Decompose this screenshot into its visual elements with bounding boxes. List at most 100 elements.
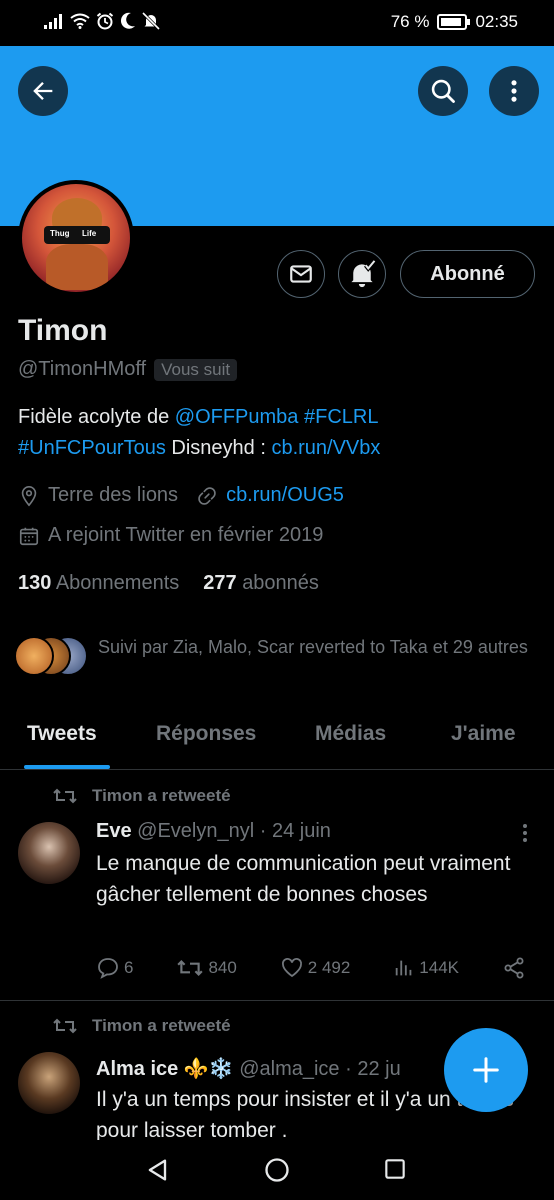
clock: 02:35: [475, 12, 518, 31]
views-button[interactable]: 144K: [393, 957, 459, 979]
share-button[interactable]: [502, 956, 526, 980]
location-pin-icon: [21, 485, 37, 506]
bio-url-link[interactable]: cb.run/VVbx: [271, 437, 380, 459]
followed-by-row[interactable]: Suivi par Zia, Malo, Scar reverted to Ta…: [14, 634, 538, 676]
joined-text: A rejoint Twitter en février 2019: [48, 524, 324, 546]
tweet[interactable]: Timon a retweeté Eve @Evelyn_nyl · 24 ju…: [0, 770, 554, 1000]
retweet-indicator: Timon a retweeté: [52, 1016, 231, 1036]
battery-icon: [437, 14, 471, 30]
tweet-author[interactable]: Eve: [96, 820, 132, 842]
compose-tweet-button[interactable]: [444, 1028, 528, 1112]
bio-hashtag-link[interactable]: #UnFCPourTous: [18, 437, 166, 459]
tweet-handle[interactable]: @Evelyn_nyl: [137, 820, 254, 842]
followed-by-text: Suivi par Zia, Malo, Scar reverted to Ta…: [98, 637, 528, 657]
notifications-button[interactable]: [338, 250, 386, 298]
nav-recents-button[interactable]: [382, 1156, 408, 1187]
bell-check-icon: [351, 259, 377, 288]
avatar[interactable]: [18, 1052, 80, 1114]
like-button[interactable]: 2 492: [280, 956, 351, 980]
tweet-actions: 6 840 2 492 144K: [96, 956, 526, 980]
retweet-button[interactable]: 840: [176, 957, 237, 979]
handle-row: @TimonHMoff Vous suit: [18, 358, 238, 381]
status-bar: 76 % 02:35: [0, 0, 554, 46]
plus-icon: [473, 1057, 499, 1083]
follow-counts: 130 Abonnements 277 abonnés: [18, 572, 319, 595]
follows-you-badge: Vous suit: [154, 358, 238, 381]
reply-button[interactable]: 6: [96, 956, 133, 980]
arrow-left-icon: [33, 82, 53, 100]
wifi-icon: [70, 13, 90, 29]
tweet-date: · 22 ju: [339, 1058, 401, 1080]
link-icon: [198, 486, 216, 505]
reply-count: 6: [124, 958, 134, 977]
search-icon: [431, 79, 455, 103]
avatar-text-right: Life: [82, 229, 97, 238]
battery-percent: 76 %: [390, 12, 430, 31]
tweet-author[interactable]: Alma ice ⚜️❄️: [96, 1058, 234, 1080]
moon-icon: [120, 12, 135, 29]
more-options-button[interactable]: [489, 66, 539, 116]
status-icons-right: 76 % 02:35: [391, 12, 518, 32]
followers-count-link[interactable]: 277 abonnés: [203, 572, 319, 595]
alarm-icon: [96, 12, 114, 30]
avatar-text-left: Thug: [50, 229, 70, 238]
bar-chart-icon: [396, 960, 412, 976]
view-count: 144K: [419, 958, 459, 977]
heart-icon: [281, 958, 302, 978]
profile-handle: @TimonHMoff: [18, 358, 147, 380]
tweet-more-button[interactable]: [520, 822, 530, 849]
followed-by-avatars: [14, 636, 88, 676]
avatar-glasses: Thug Life: [44, 226, 110, 244]
calendar-icon: [19, 527, 39, 545]
following-button[interactable]: Abonné: [400, 250, 535, 298]
retweet-indicator: Timon a retweeté: [52, 786, 231, 806]
website-link[interactable]: cb.run/OUG5: [226, 484, 344, 507]
tab-replies[interactable]: Réponses: [156, 722, 256, 746]
profile-avatar[interactable]: Thug Life: [18, 180, 134, 296]
profile-tabs: Tweets Réponses Médias J'aime: [0, 712, 554, 770]
avatar-body-shape: [46, 244, 108, 290]
followers-label: abonnés: [242, 572, 319, 594]
tab-media[interactable]: Médias: [315, 722, 386, 746]
joined-row: A rejoint Twitter en février 2019: [18, 524, 323, 547]
location-text: Terre des lions: [48, 484, 179, 506]
more-vertical-icon: [511, 80, 517, 102]
avatar[interactable]: [18, 822, 80, 884]
following-count-link[interactable]: 130 Abonnements: [18, 572, 179, 595]
triangle-back-icon: [148, 1159, 167, 1181]
location-website-row: Terre des lions cb.run/OUG5: [18, 484, 344, 507]
tab-likes[interactable]: J'aime: [451, 722, 516, 746]
following-label: Abonnements: [55, 572, 180, 594]
signal-icon: [44, 14, 62, 29]
like-count: 2 492: [307, 958, 351, 977]
retweet-count: 840: [208, 958, 237, 977]
tweet-text: Le manque de communication peut vraiment…: [96, 852, 511, 906]
envelope-icon: [290, 265, 312, 283]
back-button[interactable]: [18, 66, 68, 116]
message-button[interactable]: [277, 250, 325, 298]
tab-tweets[interactable]: Tweets: [27, 722, 97, 746]
system-nav-bar: [0, 1140, 554, 1200]
active-tab-indicator: [24, 765, 110, 769]
profile-bio: Fidèle acolyte de @OFFPumba #FCLRL #UnFC…: [18, 402, 538, 464]
tweet-header: Eve @Evelyn_nyl · 24 juin: [96, 820, 331, 843]
search-button[interactable]: [418, 66, 468, 116]
nav-home-button[interactable]: [263, 1156, 291, 1189]
retweet-icon: [53, 1018, 77, 1034]
tweet-handle[interactable]: @alma_ice: [239, 1058, 339, 1080]
retweet-label: Timon a retweeté: [92, 1016, 231, 1035]
share-icon: [504, 957, 524, 979]
retweet-label: Timon a retweeté: [92, 786, 231, 805]
square-recents-icon: [385, 1159, 405, 1179]
avatar: [14, 636, 54, 676]
nav-back-button[interactable]: [144, 1156, 172, 1189]
profile-name: Timon: [18, 314, 108, 347]
status-icons-left: [44, 12, 160, 30]
reply-icon: [98, 958, 118, 979]
followers-count: 277: [203, 572, 237, 594]
bio-hashtag-link[interactable]: #FCLRL: [304, 406, 378, 428]
retweet-icon: [53, 788, 77, 804]
circle-home-icon: [265, 1158, 289, 1182]
retweet-icon: [177, 960, 204, 976]
bio-mention-link[interactable]: @OFFPumba: [175, 406, 299, 428]
